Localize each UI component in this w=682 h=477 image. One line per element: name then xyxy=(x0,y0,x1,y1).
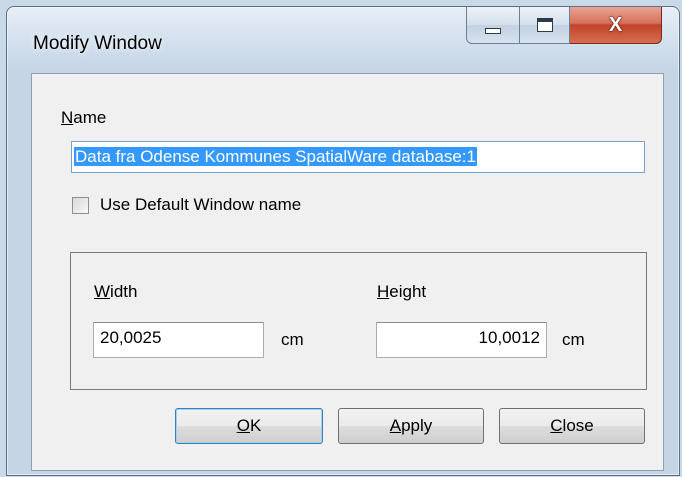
apply-mnemonic: A xyxy=(389,416,402,435)
ok-mnemonic: O xyxy=(236,416,250,435)
name-label: Name xyxy=(61,108,106,128)
close-icon: X xyxy=(608,14,623,36)
close-button[interactable]: Close xyxy=(499,408,645,444)
width-label-mnemonic: W xyxy=(94,282,111,301)
use-default-name-label[interactable]: Use Default Window name xyxy=(100,195,301,215)
height-unit: cm xyxy=(562,330,585,349)
height-label-mnemonic: H xyxy=(377,282,390,301)
name-label-rest: ame xyxy=(73,108,107,127)
apply-label-rest: pply xyxy=(401,416,433,435)
caption-buttons: X xyxy=(466,7,662,44)
window-name-input[interactable]: Data fra Odense Kommunes SpatialWare dat… xyxy=(71,141,645,173)
window-title: Modify Window xyxy=(33,33,162,54)
close-label-rest: lose xyxy=(562,416,594,435)
ok-button[interactable]: OK xyxy=(175,408,323,444)
width-unit: cm xyxy=(281,330,304,349)
ok-label-rest: K xyxy=(249,416,262,435)
width-input[interactable]: 20,0025 xyxy=(93,322,264,358)
minimize-icon xyxy=(485,28,501,34)
close-mnemonic: C xyxy=(550,416,563,435)
size-group-box xyxy=(70,252,647,390)
height-input[interactable]: 10,0012 xyxy=(376,322,547,358)
window-name-value: Data fra Odense Kommunes SpatialWare dat… xyxy=(74,147,477,166)
dialog-client-area: Name Data fra Odense Kommunes SpatialWar… xyxy=(31,73,664,471)
close-window-button[interactable]: X xyxy=(570,7,662,44)
height-label: Height xyxy=(377,282,426,302)
use-default-name-checkbox[interactable] xyxy=(72,197,89,214)
maximize-button[interactable] xyxy=(520,7,570,44)
maximize-icon xyxy=(536,18,553,32)
dialog-window: Modify Window X Name Data fra Odense Kom… xyxy=(6,6,680,476)
minimize-button[interactable] xyxy=(466,7,520,44)
width-label: Width xyxy=(94,282,137,302)
width-label-rest: idth xyxy=(110,282,138,301)
name-label-mnemonic: N xyxy=(61,108,74,127)
height-label-rest: eight xyxy=(389,282,427,301)
apply-button[interactable]: Apply xyxy=(338,408,484,444)
